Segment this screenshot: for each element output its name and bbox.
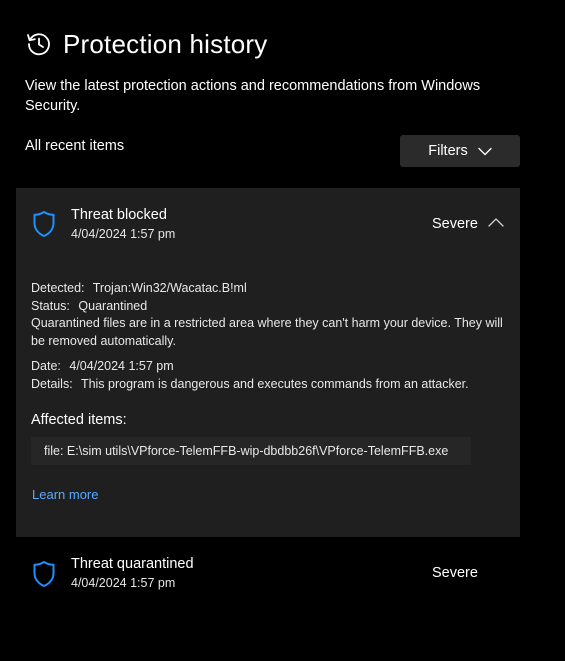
page-header: Protection history	[25, 28, 267, 60]
item-title: Threat blocked	[71, 207, 167, 223]
affected-items-heading: Affected items:	[31, 412, 127, 428]
severity-label: Severe	[432, 216, 478, 232]
item-date: 4/04/2024 1:57 pm	[71, 576, 176, 590]
item-date: 4/04/2024 1:57 pm	[71, 227, 176, 241]
history-item-expanded: Threat blocked 4/04/2024 1:57 pm Severe …	[16, 188, 520, 537]
history-item-collapsed: Threat quarantined 4/04/2024 1:57 pm Sev…	[16, 540, 520, 610]
history-item-header[interactable]: Threat quarantined 4/04/2024 1:57 pm Sev…	[16, 540, 520, 610]
details-label: Details:	[31, 376, 73, 391]
date-label: Date:	[31, 359, 61, 373]
protection-history-page: Protection history View the latest prote…	[0, 0, 565, 661]
date-line: Date: 4/04/2024 1:57 pm	[31, 358, 511, 376]
detected-label: Detected:	[31, 281, 85, 295]
status-label: Status:	[31, 298, 70, 313]
status-value: Quarantined	[78, 298, 148, 313]
chevron-up-icon[interactable]	[488, 217, 504, 227]
item-title: Threat quarantined	[71, 556, 194, 572]
date-value: 4/04/2024 1:57 pm	[69, 359, 174, 373]
chevron-down-icon	[478, 147, 492, 155]
section-label: All recent items	[25, 138, 125, 154]
details-value: This program is dangerous and executes c…	[80, 376, 469, 391]
page-title: Protection history	[63, 29, 268, 59]
status-line: Status: Quarantined	[31, 298, 511, 316]
detected-line: Detected: Trojan:Win32/Wacatac.B!ml	[31, 280, 511, 298]
shield-icon	[33, 561, 55, 587]
status-note: Quarantined files are in a restricted ar…	[31, 316, 503, 348]
severity-label: Severe	[432, 565, 478, 581]
details-line: Details: This program is dangerous and e…	[31, 376, 511, 394]
filters-button[interactable]: Filters	[400, 135, 520, 167]
affected-item-path: file: E:\sim utils\VPforce-TelemFFB-wip-…	[31, 437, 471, 465]
page-description: View the latest protection actions and r…	[25, 78, 481, 114]
history-item-header[interactable]: Threat blocked 4/04/2024 1:57 pm Severe	[16, 188, 520, 258]
item-details: Detected: Trojan:Win32/Wacatac.B!ml Stat…	[31, 280, 511, 393]
detected-value: Trojan:Win32/Wacatac.B!ml	[92, 281, 247, 295]
history-icon	[27, 33, 50, 56]
learn-more-link[interactable]: Learn more	[32, 486, 98, 504]
filters-label: Filters	[428, 143, 468, 159]
shield-icon	[33, 211, 55, 237]
